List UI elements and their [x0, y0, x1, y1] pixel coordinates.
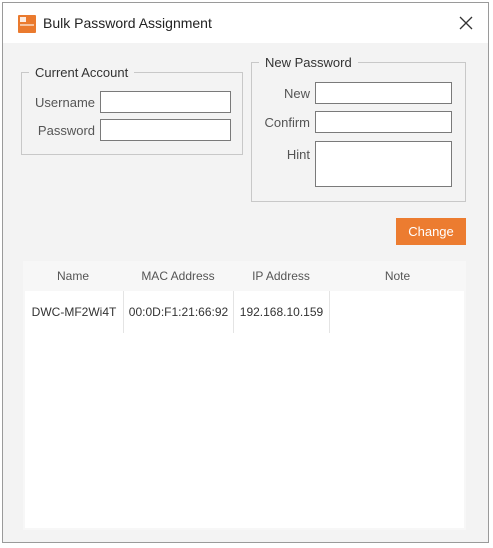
current-password-input[interactable] [100, 119, 231, 141]
current-account-legend: Current Account [35, 65, 129, 80]
close-icon [459, 16, 473, 30]
title-bar: Bulk Password Assignment [3, 3, 488, 43]
cell-ip-address: 192.168.10.159 [239, 305, 324, 319]
hint-textarea[interactable] [315, 141, 452, 187]
cell-note [330, 291, 464, 333]
close-button[interactable] [444, 3, 488, 43]
device-table: Name MAC Address IP Address Note DWC-MF2… [23, 261, 466, 530]
username-label: Username [35, 95, 95, 110]
table-header: Name MAC Address IP Address Note [23, 261, 466, 291]
bulk-password-window: Bulk Password Assignment Current Account… [2, 2, 489, 543]
table-empty-area [25, 333, 464, 528]
new-password-input[interactable] [315, 82, 452, 104]
column-header-note[interactable]: Note [329, 261, 466, 291]
username-input[interactable] [100, 91, 231, 113]
current-password-label: Password [37, 123, 95, 138]
cell-mac-address: 00:0D:F1:21:66:92 [128, 305, 229, 319]
hint-label: Hint [286, 147, 310, 162]
window-title: Bulk Password Assignment [43, 15, 212, 31]
new-password-legend: New Password [265, 55, 352, 70]
confirm-password-label: Confirm [264, 115, 310, 130]
column-header-ip-address[interactable]: IP Address [233, 261, 329, 291]
app-icon [18, 15, 36, 33]
confirm-password-input[interactable] [315, 111, 452, 133]
table-row[interactable]: DWC-MF2Wi4T 00:0D:F1:21:66:92 192.168.10… [25, 291, 464, 333]
change-button[interactable]: Change [396, 218, 466, 245]
column-header-name[interactable]: Name [23, 261, 123, 291]
new-password-label: New [283, 86, 310, 101]
column-header-mac-address[interactable]: MAC Address [123, 261, 233, 291]
cell-name: DWC-MF2Wi4T [31, 305, 117, 319]
